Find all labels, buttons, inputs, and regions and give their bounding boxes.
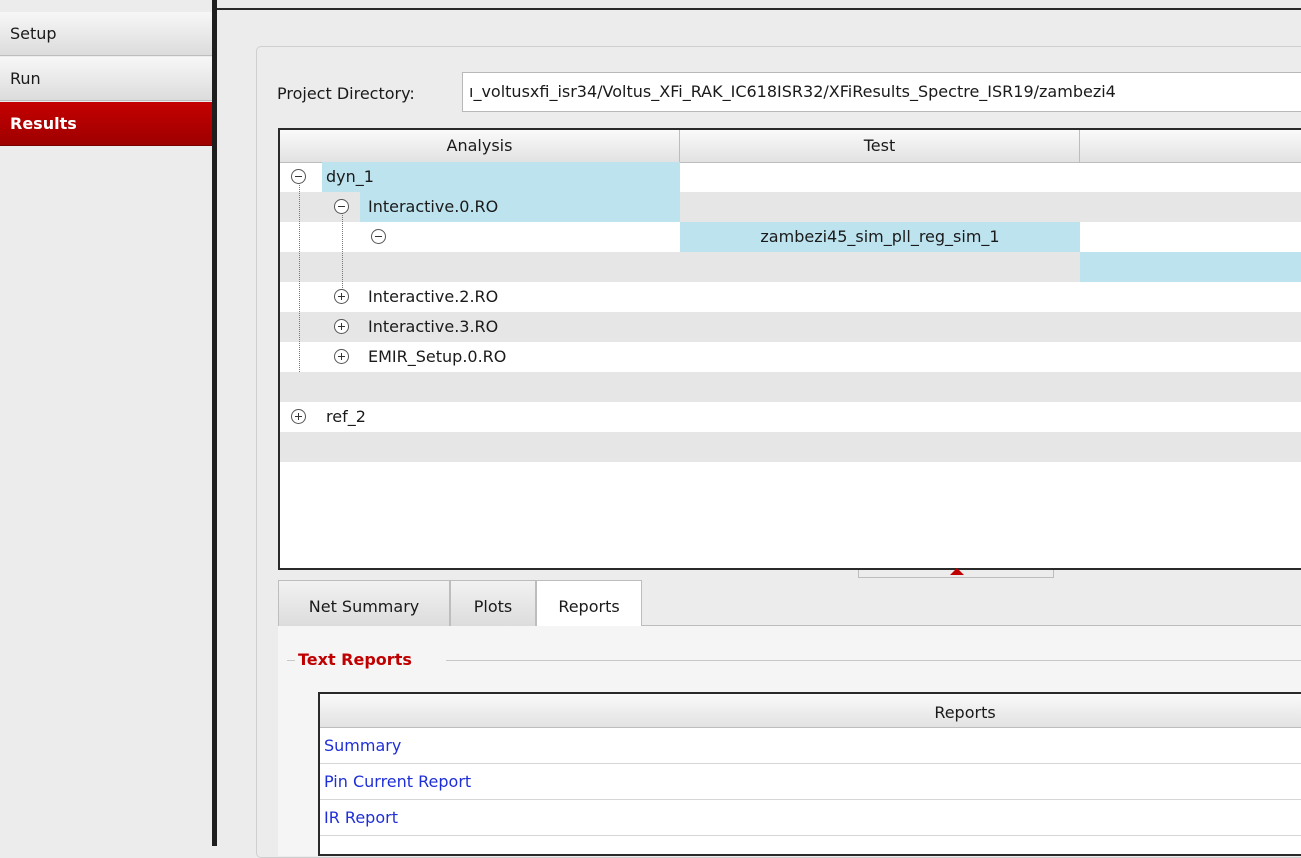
tree-node-interactive-2[interactable]: Interactive.2.RO: [368, 282, 498, 312]
collapse-icon[interactable]: [291, 169, 306, 184]
tab-reports[interactable]: Reports: [536, 580, 642, 626]
nav-item-run[interactable]: Run: [0, 57, 212, 101]
tree-header: Analysis Test: [280, 130, 1301, 163]
reports-table: Reports Summary Pin Current Report IR Re…: [318, 692, 1301, 856]
tree-guide-line: [342, 212, 343, 290]
tree-node-ref-2[interactable]: ref_2: [326, 402, 366, 432]
collapse-arrow-icon[interactable]: [950, 568, 964, 575]
text-reports-title: Text Reports: [298, 650, 412, 669]
left-nav: Setup Run Results: [0, 0, 212, 846]
selection-highlight: [322, 162, 680, 192]
group-divider: [446, 660, 1301, 661]
expand-icon[interactable]: [291, 409, 306, 424]
tree-row[interactable]: [280, 372, 1301, 402]
report-link-ir[interactable]: IR Report: [320, 800, 1301, 836]
panel-splitter[interactable]: [212, 0, 217, 846]
project-directory-label: Project Directory:: [277, 84, 415, 103]
collapse-icon[interactable]: [334, 199, 349, 214]
expand-icon[interactable]: [334, 289, 349, 304]
report-link-summary[interactable]: Summary: [320, 728, 1301, 764]
tree-node-emir-setup[interactable]: EMIR_Setup.0.RO: [368, 342, 506, 372]
selection-highlight: [1080, 252, 1301, 282]
collapse-icon[interactable]: [371, 229, 386, 244]
group-divider: [287, 660, 295, 661]
project-directory-field[interactable]: ı_voltusxfi_isr34/Voltus_XFi_RAK_IC618IS…: [462, 72, 1301, 112]
tree-guide-line: [299, 182, 300, 372]
tree-node-interactive-3[interactable]: Interactive.3.RO: [368, 312, 498, 342]
analysis-tree-table: Analysis Test dyn_1 Interactive.0.RO zam…: [278, 128, 1301, 570]
tree-row[interactable]: [280, 432, 1301, 462]
tab-plots[interactable]: Plots: [450, 580, 536, 626]
nav-item-results[interactable]: Results: [0, 102, 212, 146]
report-link-pin-current[interactable]: Pin Current Report: [320, 764, 1301, 800]
expand-icon[interactable]: [334, 319, 349, 334]
reports-column-header[interactable]: Reports: [320, 694, 1301, 728]
expand-icon[interactable]: [334, 349, 349, 364]
nav-item-setup[interactable]: Setup: [0, 12, 212, 56]
column-header-analysis[interactable]: Analysis: [280, 130, 680, 162]
top-divider: [217, 8, 1301, 10]
test-cell[interactable]: zambezi45_sim_pll_reg_sim_1: [680, 222, 1080, 252]
column-header-test[interactable]: Test: [680, 130, 1080, 162]
tree-node-interactive-0[interactable]: Interactive.0.RO: [368, 192, 498, 222]
tab-net-summary[interactable]: Net Summary: [278, 580, 450, 626]
column-header-extra[interactable]: [1080, 130, 1301, 162]
tree-node-dyn-1[interactable]: dyn_1: [326, 162, 374, 192]
tree-row[interactable]: [280, 402, 1301, 432]
